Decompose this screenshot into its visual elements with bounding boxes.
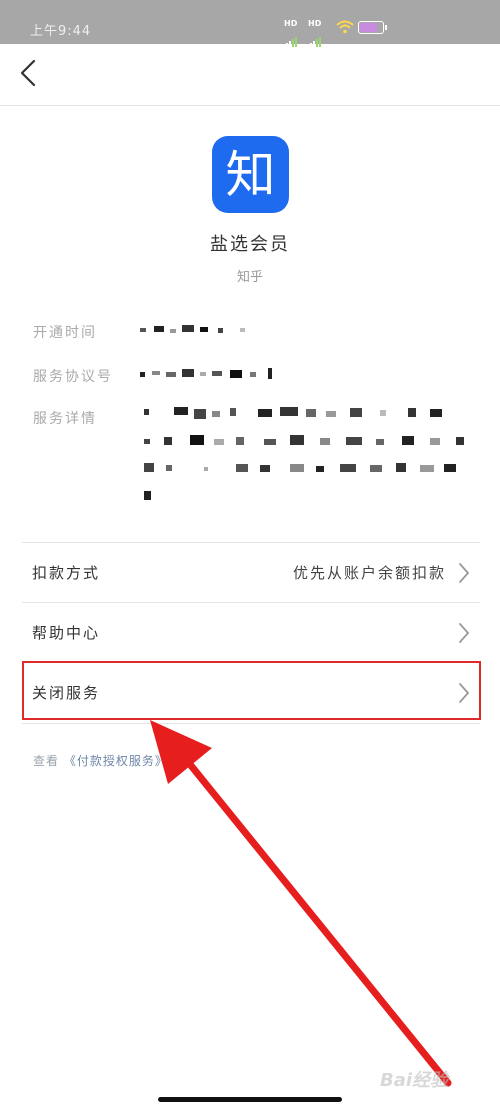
- agreement-number-label: 服务协议号: [33, 369, 113, 385]
- status-bar: 上午9:44 HD HD: [0, 0, 500, 47]
- app-name: 盐选会员: [210, 234, 290, 255]
- help-center-row[interactable]: 帮助中心: [22, 602, 480, 663]
- nav-bar: [0, 44, 500, 106]
- payment-method-value: 优先从账户余额扣款: [292, 564, 446, 582]
- chevron-left-icon[interactable]: [16, 58, 40, 88]
- battery-icon: [358, 21, 387, 34]
- chevron-right-icon: [459, 563, 470, 583]
- service-details-label: 服务详情: [33, 411, 97, 427]
- authorization-note: 查看 《付款授权服务》: [33, 754, 168, 768]
- chevron-right-icon: [459, 623, 470, 643]
- app-icon: 知: [212, 136, 289, 213]
- wifi-icon: [336, 20, 354, 34]
- payment-method-label: 扣款方式: [32, 564, 101, 582]
- open-time-label: 开通时间: [33, 325, 97, 341]
- signal-icon: HD: [284, 19, 306, 47]
- signal-icon-2: HD: [308, 19, 330, 47]
- redacted-open-time: [140, 322, 260, 338]
- home-indicator[interactable]: [158, 1097, 342, 1102]
- chevron-right-icon: [459, 683, 470, 703]
- redacted-agreement-number: [140, 366, 280, 382]
- watermark-logo: Bai经验: [380, 1070, 449, 1091]
- close-service-label: 关闭服务: [32, 684, 101, 702]
- close-service-row[interactable]: 关闭服务: [22, 662, 480, 724]
- redacted-service-details: [140, 405, 470, 505]
- help-center-label: 帮助中心: [32, 624, 101, 642]
- payment-method-row[interactable]: 扣款方式 优先从账户余额扣款: [22, 542, 480, 603]
- status-time: 上午9:44: [30, 24, 92, 39]
- app-provider: 知乎: [236, 270, 263, 285]
- authorization-link[interactable]: 《付款授权服务》: [64, 754, 168, 768]
